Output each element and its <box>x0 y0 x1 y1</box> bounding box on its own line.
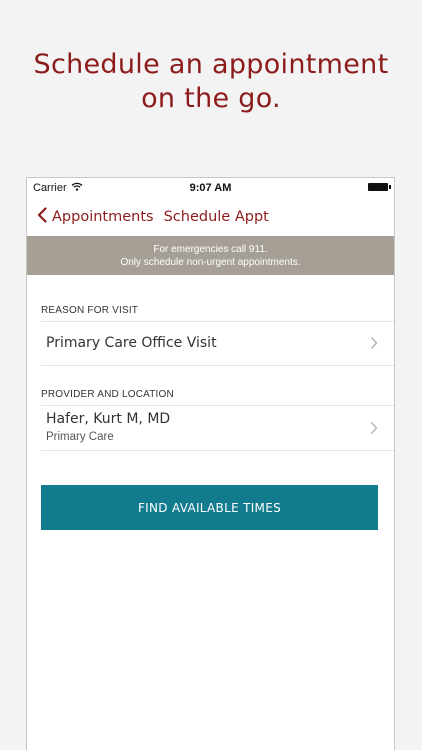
back-label: Appointments <box>52 209 154 225</box>
chevron-right-icon <box>370 336 378 355</box>
banner-line-1: For emergencies call 911. <box>153 244 268 255</box>
reason-value: Primary Care Office Visit <box>46 335 217 351</box>
provider-location: Primary Care <box>46 431 114 443</box>
banner-line-2: Only schedule non-urgent appointments. <box>120 257 301 268</box>
battery-icon <box>368 183 391 191</box>
back-button[interactable]: Appointments <box>37 207 154 227</box>
find-available-times-button[interactable]: FIND AVAILABLE TIMES <box>41 485 378 530</box>
promo-line-1: Schedule an appointment <box>33 49 389 80</box>
provider-section-label: PROVIDER AND LOCATION <box>41 389 174 400</box>
provider-name: Hafer, Kurt M, MD <box>46 411 171 427</box>
navigation-bar: Appointments Schedule Appt <box>27 198 394 236</box>
provider-location-row[interactable]: Hafer, Kurt M, MD Primary Care <box>41 405 394 451</box>
chevron-left-icon <box>37 207 52 227</box>
status-bar: Carrier 9:07 AM <box>27 178 394 198</box>
status-time: 9:07 AM <box>189 182 232 194</box>
reason-for-visit-row[interactable]: Primary Care Office Visit <box>41 321 394 366</box>
promo-line-2: on the go. <box>141 83 281 114</box>
page-title: Schedule Appt <box>163 209 269 225</box>
chevron-right-icon <box>370 421 378 440</box>
reason-section-label: REASON FOR VISIT <box>41 305 139 316</box>
emergency-banner: For emergencies call 911. Only schedule … <box>27 236 394 275</box>
promo-headline: Schedule an appointment on the go. <box>0 48 422 116</box>
phone-screen: Carrier 9:07 AM Appointments Schedule Ap… <box>26 177 395 750</box>
